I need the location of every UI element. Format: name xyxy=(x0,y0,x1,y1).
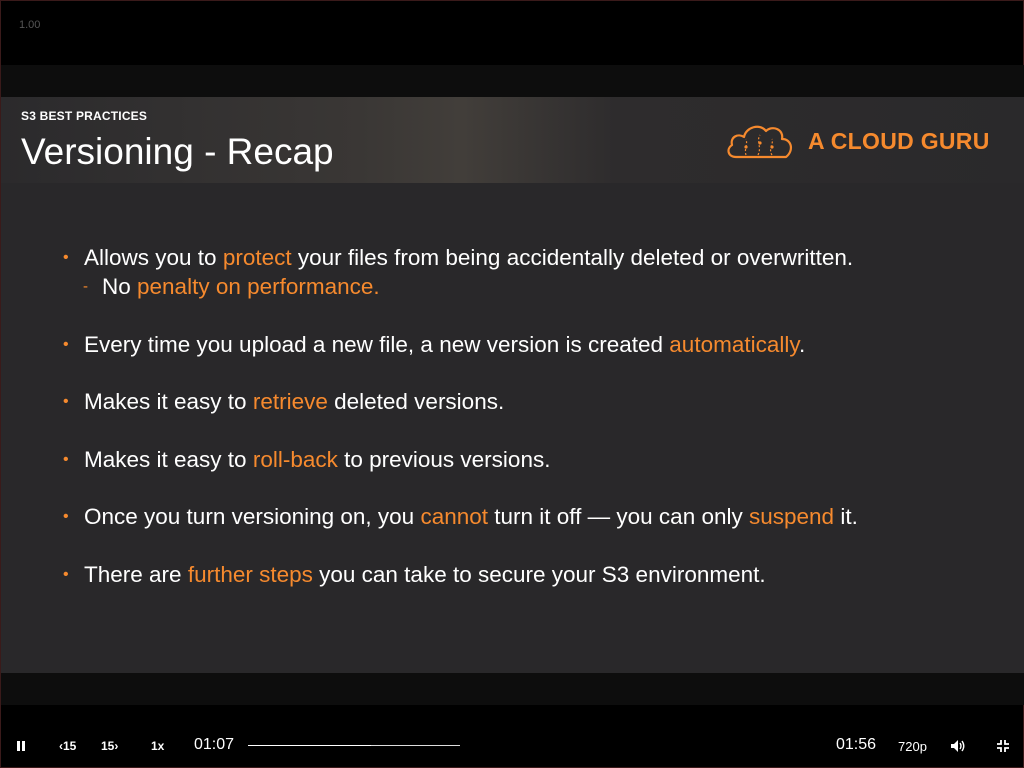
current-time: 01:07 xyxy=(194,736,235,753)
exit-fullscreen-icon xyxy=(997,740,1009,752)
pause-button[interactable] xyxy=(17,735,27,757)
sub-bullet-item: - No penalty on performance. xyxy=(61,272,981,301)
bullet-dot-icon: • xyxy=(63,393,69,410)
bullet-dot-icon: • xyxy=(63,508,69,525)
bullet-item: • Allows you to protect your files from b… xyxy=(61,243,981,301)
bullet-text: turn it off — you can only xyxy=(488,504,749,529)
highlight-text: penalty on performance. xyxy=(130,274,380,299)
highlight-text: roll-back xyxy=(252,446,338,472)
slide-title: Versioning - Recap xyxy=(21,131,334,172)
bullet-text: deleted versions. xyxy=(327,389,505,414)
pause-icon xyxy=(17,741,20,751)
highlight-text: retrieve xyxy=(252,389,328,414)
bullet-item: • Makes it easy to roll-back to previous … xyxy=(61,445,981,474)
slide: S3 BEST PRACTICES Versioning - Recap A C… xyxy=(1,97,1024,673)
bullet-item: • Makes it easy to retrieve deleted versi… xyxy=(61,387,981,416)
bullet-text: Makes it easy to xyxy=(84,389,253,414)
section-label: S3 BEST PRACTICES xyxy=(21,109,148,123)
slide-header: S3 BEST PRACTICES Versioning - Recap A C… xyxy=(1,97,1024,183)
bullet-item: • Once you turn versioning on, you cannot… xyxy=(61,502,981,531)
exit-fullscreen-button[interactable] xyxy=(996,735,1010,757)
bullet-line: Every time you upload a new file, a new … xyxy=(84,330,981,359)
rewind-15-label: 15 xyxy=(63,739,77,753)
highlight-text: automatically xyxy=(669,331,799,357)
logo-text: A CLOUD GURU xyxy=(808,127,990,154)
highlight-text: suspend xyxy=(749,504,835,529)
highlight-text: cannot xyxy=(420,504,489,529)
forward-15-button[interactable]: 15 › xyxy=(101,735,118,757)
bullet-text: Every time you upload a new file, a new … xyxy=(84,331,670,357)
bullet-line: Allows you to protect your files from be… xyxy=(61,243,981,272)
sub-bullet-dash-icon: - xyxy=(83,278,88,295)
bullet-dot-icon: • xyxy=(63,335,69,353)
bullet-item: • Every time you upload a new file, a new… xyxy=(61,330,981,359)
bullet-line: Makes it easy to retrieve deleted versio… xyxy=(84,387,981,416)
bullet-list: • Allows you to protect your files from b… xyxy=(61,243,981,617)
letterbox-top xyxy=(1,65,1024,97)
logo: A CLOUD GURU xyxy=(724,119,990,163)
bullet-line: Once you turn versioning on, you cannot … xyxy=(84,502,981,531)
highlight-text: further steps xyxy=(187,561,313,587)
highlight-text: protect xyxy=(222,245,292,270)
letterbox-bottom xyxy=(1,673,1024,705)
bullet-line: Makes it easy to roll-back to previous v… xyxy=(84,445,981,474)
bullet-text: Once you turn versioning on, you xyxy=(84,504,421,529)
volume-button[interactable] xyxy=(950,735,966,757)
quality-button[interactable]: 720p xyxy=(898,735,927,757)
bullet-dot-icon: • xyxy=(63,565,69,583)
zoom-indicator: 1.00 xyxy=(19,19,41,31)
bullet-line: There are further steps you can take to … xyxy=(84,560,981,589)
bullet-text: No xyxy=(102,274,131,299)
bullet-item: • There are further steps you can take to… xyxy=(61,560,981,589)
rewind-15-button[interactable]: ‹ 15 xyxy=(59,735,76,757)
volume-icon xyxy=(951,740,965,752)
bullet-text: Makes it easy to xyxy=(84,446,253,472)
progress-bar[interactable] xyxy=(248,745,460,746)
progress-fill xyxy=(248,745,371,746)
playback-speed-button[interactable]: 1x xyxy=(151,735,164,757)
forward-15-icon: › xyxy=(114,739,119,753)
bullet-dot-icon: • xyxy=(63,450,69,468)
bullet-text: your files from being accidentally delet… xyxy=(291,245,854,270)
bullet-text: you can take to secure your S3 environme… xyxy=(312,561,766,587)
bullet-dot-icon: • xyxy=(63,249,69,266)
bullet-text: Allows you to xyxy=(84,245,223,270)
forward-15-label: 15 xyxy=(101,739,115,753)
bullet-text: . xyxy=(798,331,806,357)
cloud-logo-icon xyxy=(727,125,792,159)
video-player[interactable]: 1.00 S3 BEST PRACTICES Versioning - Reca… xyxy=(0,0,1024,768)
bullet-text: it. xyxy=(834,504,858,529)
bullet-text: to previous versions. xyxy=(337,446,551,472)
player-controls: ‹ 15 15 › 1x 01:07 01:56 720p xyxy=(1,725,1024,768)
bullet-text: There are xyxy=(84,561,188,587)
total-time: 01:56 xyxy=(836,736,877,753)
